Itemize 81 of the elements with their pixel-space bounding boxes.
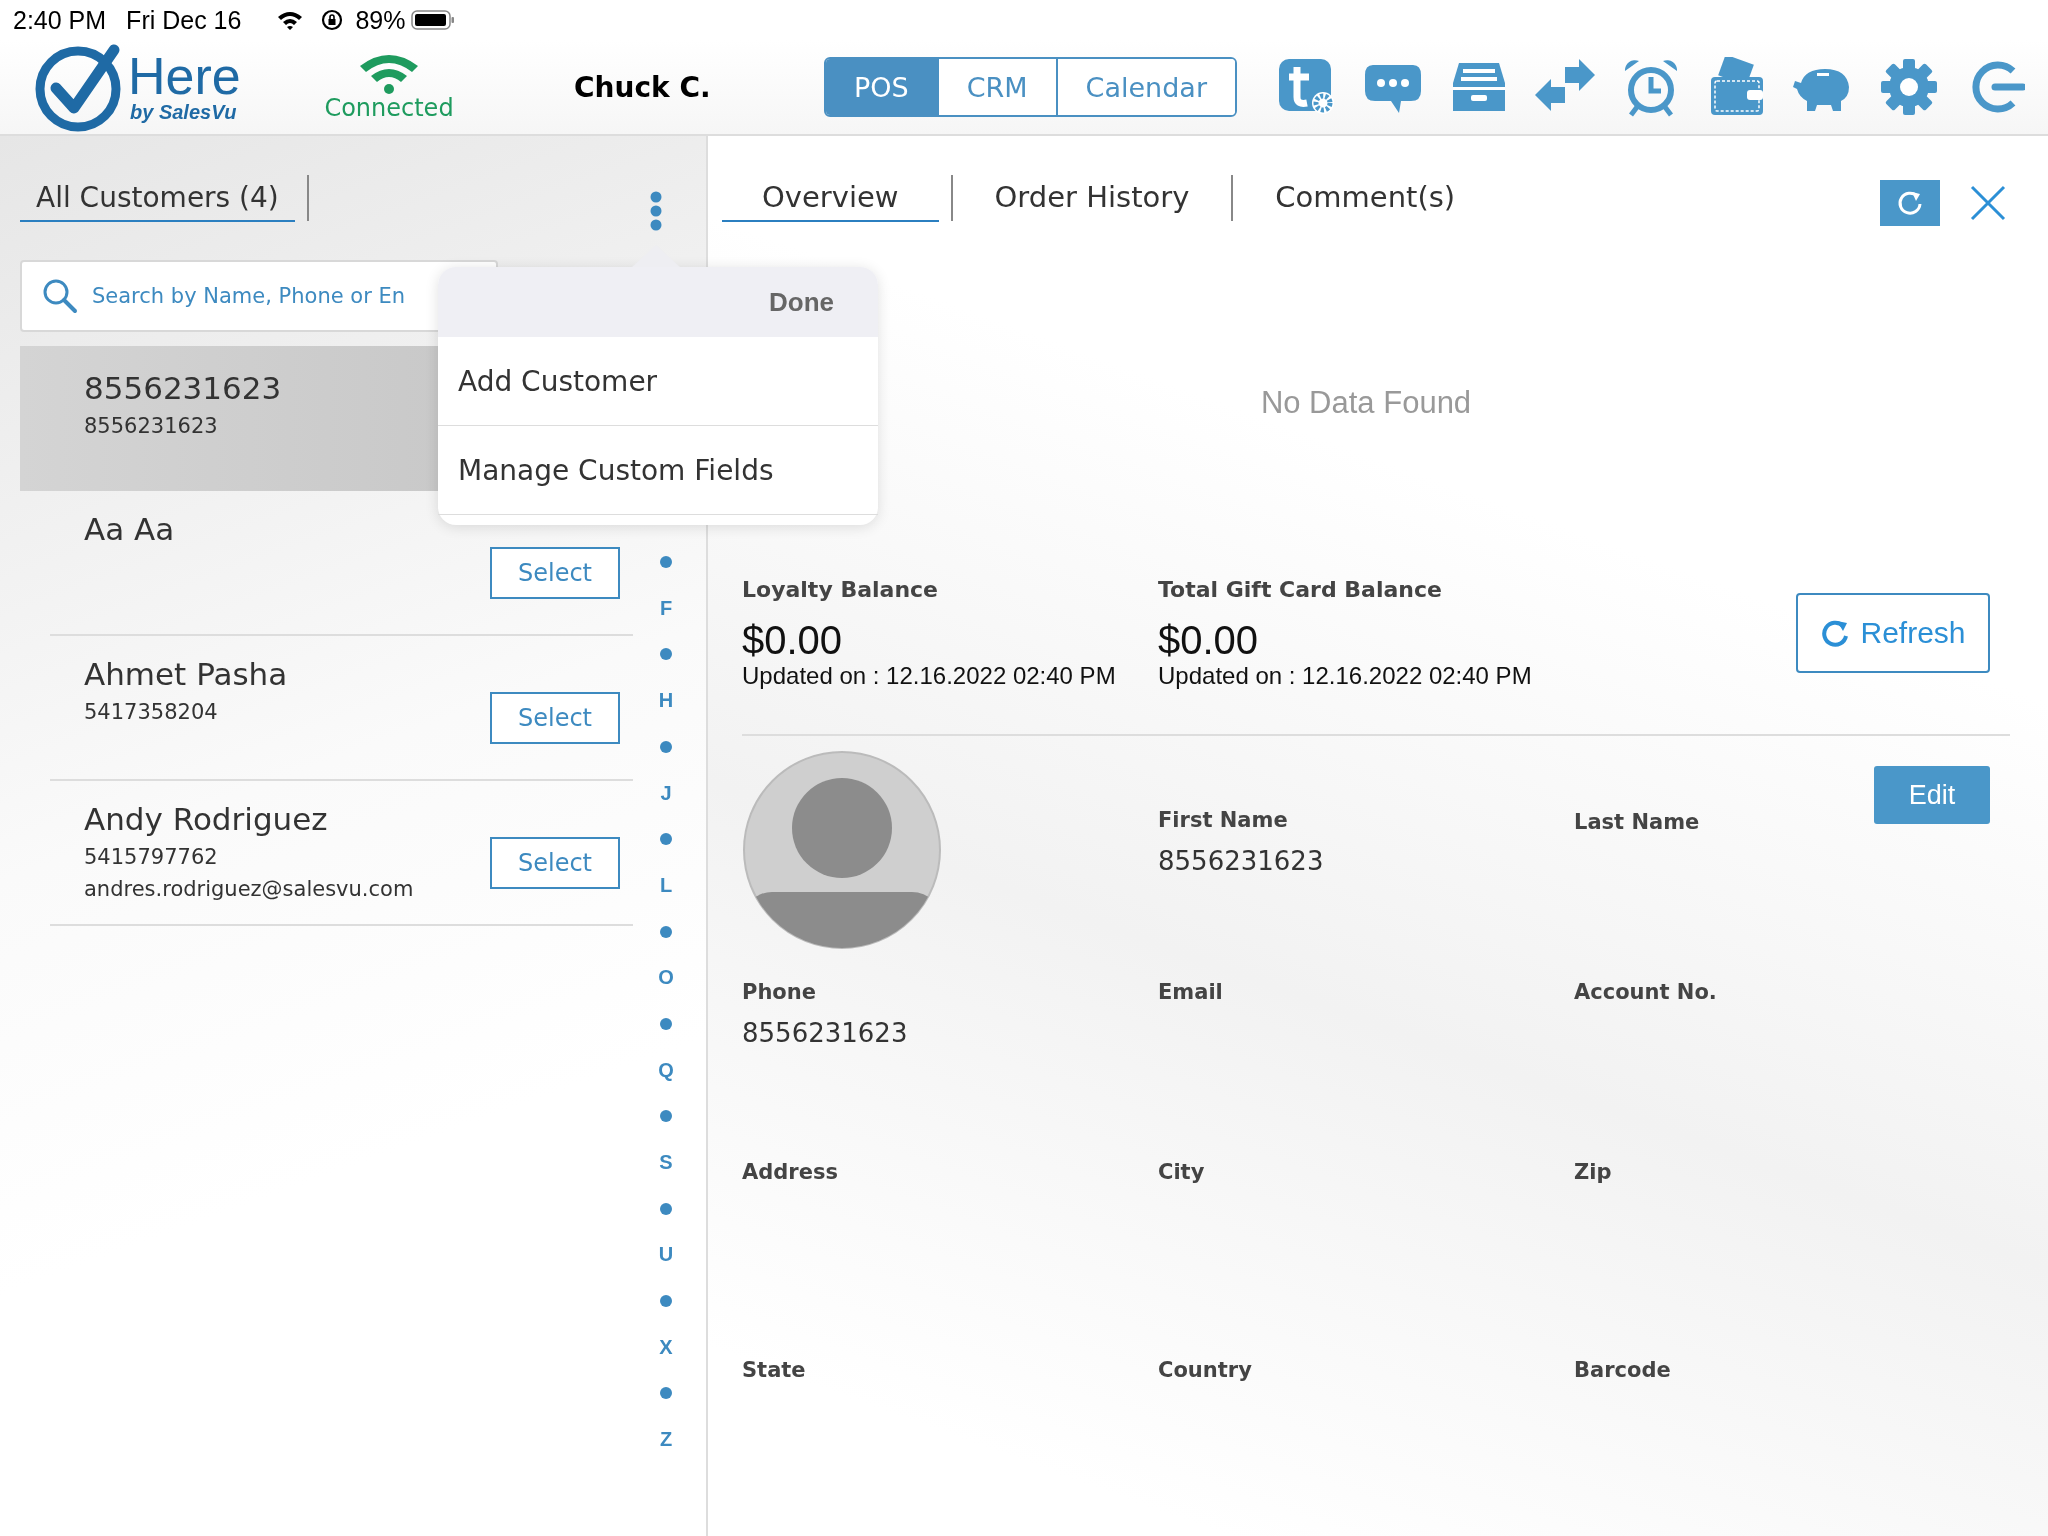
customers-tab[interactable]: All Customers (4) [20, 174, 295, 222]
customer-phone: 5417358204 [84, 700, 218, 724]
index-letter[interactable]: Q [658, 1058, 674, 1082]
index-dot[interactable] [660, 740, 672, 753]
refresh-icon [1820, 618, 1851, 648]
mode-tab[interactable]: POS [826, 59, 937, 115]
field-label: Barcode [1574, 1358, 1672, 1382]
customer-name: Aa Aa [84, 511, 175, 547]
field-label: Country [1158, 1358, 1253, 1382]
select-button[interactable]: Select [490, 692, 620, 744]
logo-subtitle: by SalesVu [130, 100, 238, 124]
field-label: City [1158, 1160, 1206, 1184]
user-name: Chuck C. [574, 70, 712, 104]
field-label: Phone [742, 980, 817, 1004]
detail-tab[interactable]: Overview [722, 174, 939, 222]
customer-phone: 5415797762 [84, 845, 218, 869]
refresh-button[interactable]: Refresh [1796, 593, 1990, 673]
field-value: 8556231623 [742, 1018, 909, 1048]
select-button[interactable]: Select [490, 547, 620, 599]
search-icon [42, 278, 78, 314]
field-label: Last Name [1574, 810, 1700, 834]
logo-title: Here [128, 50, 241, 101]
index-dot[interactable] [660, 1017, 672, 1030]
customer-row[interactable]: Andy Rodriguez 5415797762 andres.rodriguez@salesvu.com Select [50, 781, 633, 926]
empty-message: No Data Found [1260, 385, 1472, 421]
index-letter[interactable]: U [658, 1243, 674, 1267]
customer-phone: 8556231623 [84, 414, 218, 438]
avatar-icon [742, 750, 942, 950]
customer-email: andres.rodriguez@salesvu.com [84, 877, 414, 901]
index-dot[interactable] [660, 925, 672, 938]
settings-icon[interactable] [1879, 57, 1940, 117]
battery-icon [411, 9, 456, 31]
rotation-lock-icon [321, 9, 344, 31]
field-label: Zip [1574, 1160, 1613, 1184]
battery-percent: 89% [355, 5, 406, 35]
index-letter[interactable]: L [659, 873, 673, 897]
index-dot[interactable] [660, 648, 672, 661]
done-button[interactable]: Done [763, 285, 840, 319]
index-letter[interactable]: O [658, 966, 674, 990]
index-letter[interactable]: S [659, 1151, 673, 1175]
mode-tab[interactable]: Calendar [1055, 59, 1236, 115]
more-options-icon[interactable] [649, 190, 663, 232]
index-letter[interactable]: X [659, 1335, 673, 1359]
field-label: Email [1158, 980, 1224, 1004]
balance-label: Total Gift Card Balance [1158, 576, 1443, 602]
detail-tab[interactable]: Order History [964, 174, 1220, 222]
wifi-icon [358, 52, 420, 94]
index-dot[interactable] [660, 833, 672, 846]
customer-row[interactable]: Ahmet Pasha 5417358204 Select [50, 636, 633, 781]
index-dot[interactable] [660, 1387, 672, 1400]
balance-label: Loyalty Balance [742, 576, 939, 602]
mode-tab[interactable]: CRM [936, 59, 1056, 115]
balance-amount: $0.00 [742, 617, 844, 662]
close-icon[interactable] [1970, 185, 2006, 221]
field-value: 8556231623 [1158, 846, 1325, 876]
field-label: State [742, 1358, 807, 1382]
index-letter[interactable]: H [658, 689, 674, 713]
balance-updated: Updated on : 12.16.2022 02:40 PM [1158, 661, 1533, 690]
field-label: Address [742, 1160, 839, 1184]
index-dot[interactable] [660, 556, 672, 569]
index-dot[interactable] [660, 1202, 672, 1215]
select-button[interactable]: Select [490, 837, 620, 889]
customer-name: 8556231623 [84, 370, 282, 406]
index-letter[interactable]: F [659, 596, 673, 620]
index-dot[interactable] [660, 1295, 672, 1308]
edit-button[interactable]: Edit [1874, 766, 1990, 824]
customer-name: Andy Rodriguez [84, 801, 328, 837]
customer-name: Ahmet Pasha [84, 656, 288, 692]
connection-status: Connected [324, 94, 454, 122]
status-date: Fri Dec 16 [126, 5, 242, 35]
index-letter[interactable]: J [660, 781, 672, 805]
field-label: First Name [1158, 808, 1289, 832]
index-dot[interactable] [660, 1110, 672, 1123]
balance-amount: $0.00 [1158, 617, 1260, 662]
field-label: Account No. [1574, 980, 1718, 1004]
status-time: 2:40 PM [13, 5, 107, 35]
wifi-icon [277, 10, 304, 30]
reload-button[interactable] [1880, 180, 1940, 226]
balance-updated: Updated on : 12.16.2022 02:40 PM [742, 661, 1117, 690]
detail-tab[interactable]: Comment(s) [1245, 174, 1486, 222]
index-letter[interactable]: Z [659, 1428, 673, 1452]
